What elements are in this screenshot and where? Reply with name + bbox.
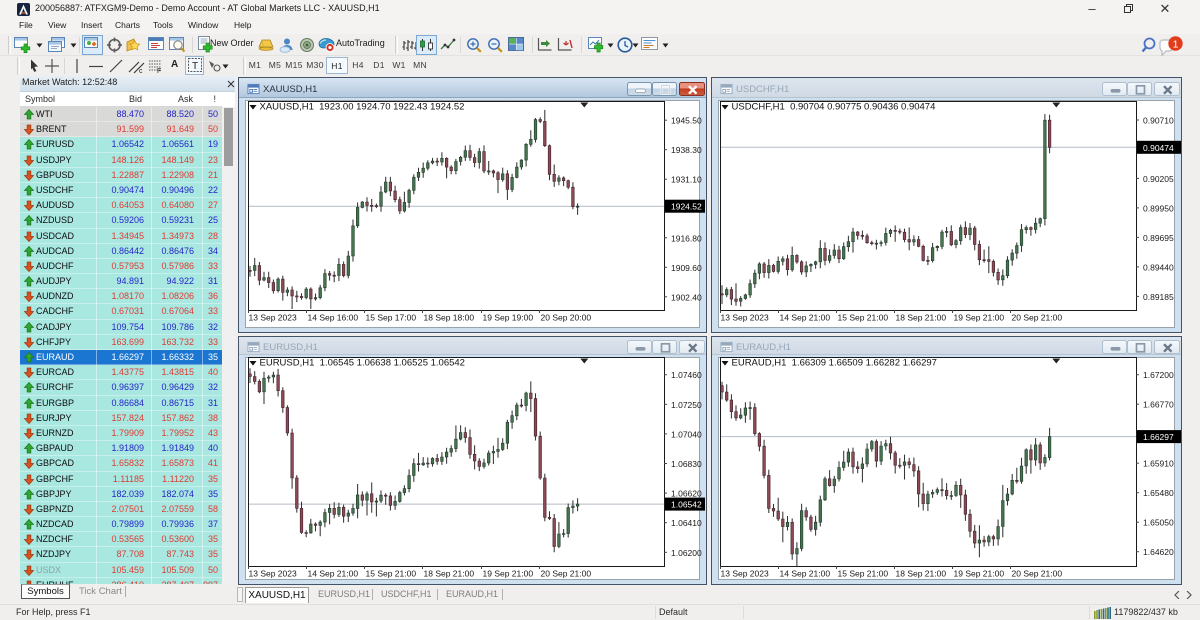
svg-text:19 Sep 21:00: 19 Sep 21:00 — [954, 569, 1005, 579]
svg-text:20 Sep 21:00: 20 Sep 21:00 — [1012, 569, 1063, 579]
svg-text:15 Sep 17:00: 15 Sep 17:00 — [366, 313, 417, 323]
svg-text:1924.52: 1924.52 — [671, 202, 702, 212]
svg-text:15 Sep 21:00: 15 Sep 21:00 — [838, 313, 889, 323]
svg-text:0.90710: 0.90710 — [1143, 116, 1174, 126]
svg-text:1.06830: 1.06830 — [671, 459, 702, 469]
svg-text:13 Sep 2023: 13 Sep 2023 — [721, 313, 769, 323]
svg-text:15 Sep 21:00: 15 Sep 21:00 — [838, 569, 889, 579]
svg-text:1909.60: 1909.60 — [671, 263, 702, 273]
svg-text:20 Sep 21:00: 20 Sep 21:00 — [541, 569, 592, 579]
svg-text:0.89950: 0.89950 — [1143, 203, 1174, 213]
svg-text:1931.10: 1931.10 — [671, 175, 702, 185]
svg-text:0.89440: 0.89440 — [1143, 262, 1174, 272]
svg-text:USDCHF,H1 0.90704 0.90775 0.9: USDCHF,H1 0.90704 0.90775 0.90436 0.9047… — [732, 102, 936, 113]
svg-text:0.90474: 0.90474 — [1143, 143, 1174, 153]
svg-text:1.07250: 1.07250 — [671, 400, 702, 410]
svg-text:1.06200: 1.06200 — [671, 548, 702, 558]
svg-text:1.07040: 1.07040 — [671, 429, 702, 439]
svg-text:0.89695: 0.89695 — [1143, 233, 1174, 243]
svg-text:1916.80: 1916.80 — [671, 233, 702, 243]
svg-text:1: 1 — [1173, 38, 1179, 50]
svg-text:19 Sep 21:00: 19 Sep 21:00 — [954, 313, 1005, 323]
svg-text:1.65050: 1.65050 — [1143, 518, 1174, 528]
svg-text:1.06542: 1.06542 — [671, 500, 702, 510]
svg-text:1.06410: 1.06410 — [671, 518, 702, 528]
svg-text:1945.50: 1945.50 — [671, 116, 702, 126]
svg-text:19 Sep 19:00: 19 Sep 19:00 — [483, 313, 534, 323]
svg-text:EURUSD,H1 1.06545 1.06638 1.0: EURUSD,H1 1.06545 1.06638 1.06525 1.0654… — [260, 358, 465, 369]
svg-text:20 Sep 21:00: 20 Sep 21:00 — [1012, 313, 1063, 323]
svg-text:c: c — [139, 68, 143, 74]
svg-text:F: F — [157, 68, 161, 74]
svg-text:20 Sep 20:00: 20 Sep 20:00 — [541, 313, 592, 323]
svg-text:18 Sep 21:00: 18 Sep 21:00 — [896, 313, 947, 323]
svg-text:14 Sep 16:00: 14 Sep 16:00 — [308, 313, 359, 323]
svg-text:1.67200: 1.67200 — [1143, 370, 1174, 380]
svg-text:1.66297: 1.66297 — [1143, 432, 1174, 442]
svg-text:1.65910: 1.65910 — [1143, 459, 1174, 469]
svg-text:14 Sep 21:00: 14 Sep 21:00 — [308, 569, 359, 579]
svg-text:13 Sep 2023: 13 Sep 2023 — [721, 569, 769, 579]
svg-text:1.66770: 1.66770 — [1143, 400, 1174, 410]
svg-text:1.07460: 1.07460 — [671, 370, 702, 380]
svg-text:15 Sep 21:00: 15 Sep 21:00 — [366, 569, 417, 579]
svg-text:0.89185: 0.89185 — [1143, 292, 1174, 302]
svg-text:1.65480: 1.65480 — [1143, 488, 1174, 498]
svg-text:14 Sep 21:00: 14 Sep 21:00 — [780, 313, 831, 323]
svg-text:T: T — [192, 61, 198, 72]
svg-text:XAUUSD,H1 1923.00 1924.70 192: XAUUSD,H1 1923.00 1924.70 1922.43 1924.5… — [260, 102, 465, 113]
svg-text:13 Sep 2023: 13 Sep 2023 — [249, 313, 297, 323]
svg-text:EURAUD,H1 1.66309 1.66509 1.6: EURAUD,H1 1.66309 1.66509 1.66282 1.6629… — [732, 358, 937, 369]
svg-text:18 Sep 21:00: 18 Sep 21:00 — [424, 569, 475, 579]
svg-text:1938.30: 1938.30 — [671, 145, 702, 155]
svg-text:1.64620: 1.64620 — [1143, 547, 1174, 557]
svg-text:19 Sep 21:00: 19 Sep 21:00 — [483, 569, 534, 579]
svg-text:13 Sep 2023: 13 Sep 2023 — [249, 569, 297, 579]
svg-text:18 Sep 18:00: 18 Sep 18:00 — [424, 313, 475, 323]
svg-text:18 Sep 21:00: 18 Sep 21:00 — [896, 569, 947, 579]
svg-text:0.90205: 0.90205 — [1143, 174, 1174, 184]
svg-text:1902.40: 1902.40 — [671, 292, 702, 302]
svg-text:14 Sep 21:00: 14 Sep 21:00 — [780, 569, 831, 579]
svg-text:1.06620: 1.06620 — [671, 489, 702, 499]
